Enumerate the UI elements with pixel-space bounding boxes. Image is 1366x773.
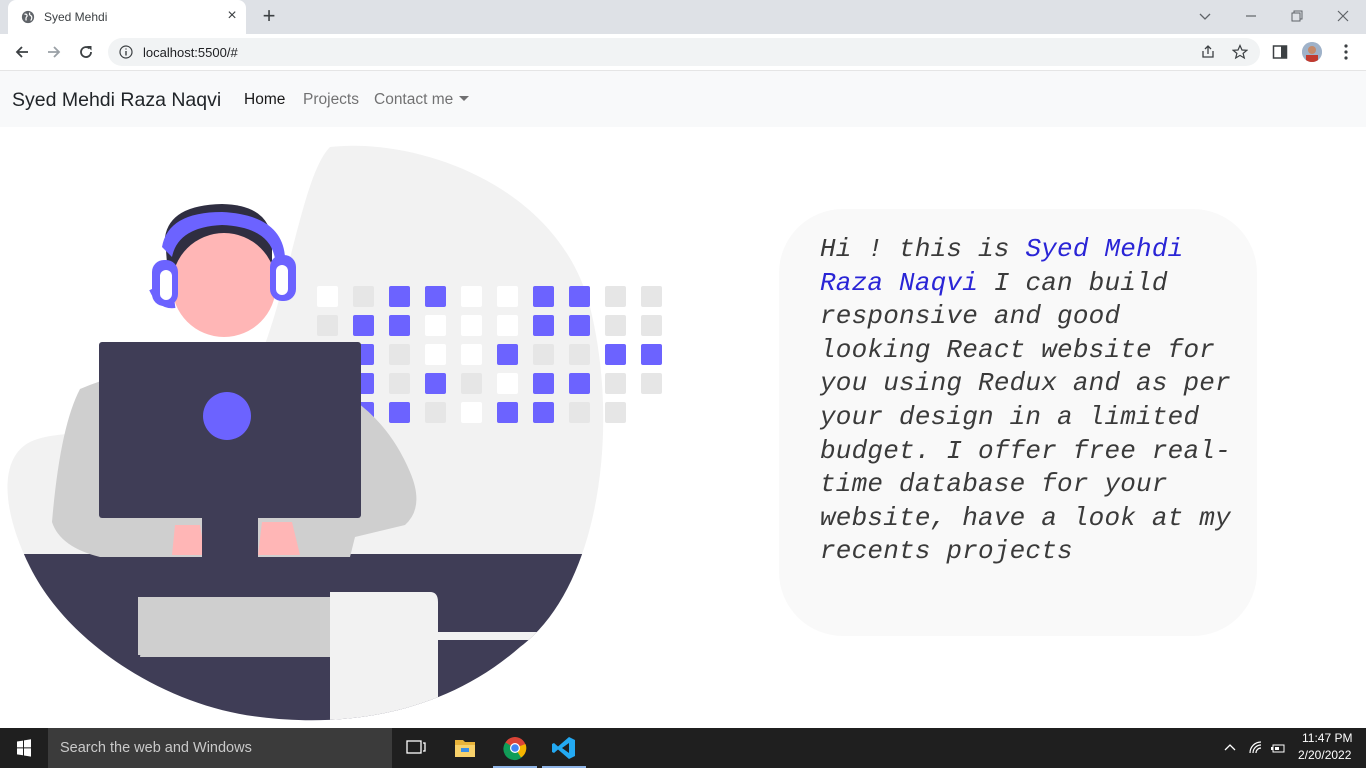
pattern-dot: [497, 286, 518, 307]
windows-taskbar: Search the web and Windows 11:47 PM 2/20…: [0, 728, 1366, 768]
menu-icon[interactable]: [1338, 42, 1354, 62]
close-icon[interactable]: ×: [224, 8, 240, 24]
pattern-dot: [497, 402, 518, 423]
avatar[interactable]: [1302, 42, 1322, 62]
pattern-dot: [569, 402, 590, 423]
chrome-icon: [503, 737, 527, 761]
pattern-dot: [533, 402, 554, 423]
pattern-dot: [317, 286, 338, 307]
pattern-dot: [461, 373, 482, 394]
pattern-dot: [641, 344, 662, 365]
pattern-dot: [461, 344, 482, 365]
pattern-dot: [353, 315, 374, 336]
chrome-button[interactable]: [491, 728, 539, 768]
pattern-dot: [425, 402, 446, 423]
pattern-dot: [425, 373, 446, 394]
caret-down-icon: [459, 96, 470, 101]
pattern-dot: [497, 344, 518, 365]
pattern-dot: [461, 402, 482, 423]
intro-text: Hi ! this is Syed Mehdi Raza Naqvi I can…: [820, 233, 1245, 569]
star-icon[interactable]: [1232, 44, 1248, 60]
pattern-dot: [389, 315, 410, 336]
pattern-dot: [353, 286, 374, 307]
pattern-dot: [425, 315, 446, 336]
search-placeholder: Search the web and Windows: [60, 740, 252, 756]
pattern-dot: [389, 286, 410, 307]
pattern-dot: [389, 402, 410, 423]
intro-prefix: Hi ! this is: [820, 234, 1026, 264]
battery-icon[interactable]: [1270, 740, 1286, 756]
pattern-dot: [497, 373, 518, 394]
pattern-dot: [533, 344, 554, 365]
taskbar-search[interactable]: Search the web and Windows: [48, 728, 392, 768]
pattern-dot: [569, 344, 590, 365]
pattern-dot: [569, 315, 590, 336]
nav-link-home[interactable]: Home: [244, 91, 285, 109]
url-text: localhost:5500/#: [143, 45, 238, 60]
task-view-icon: [406, 740, 426, 754]
pattern-dot: [569, 286, 590, 307]
pattern-dot: [425, 344, 446, 365]
pattern-dot: [461, 286, 482, 307]
nav-link-contact-label: Contact me: [374, 91, 454, 108]
navbar-brand[interactable]: Syed Mehdi Raza Naqvi: [12, 89, 221, 112]
nav-link-projects[interactable]: Projects: [303, 91, 359, 109]
side-panel-icon[interactable]: [1272, 44, 1288, 60]
chevron-up-icon[interactable]: [1222, 740, 1238, 756]
start-button[interactable]: [0, 728, 48, 768]
pattern-dot: [641, 315, 662, 336]
pattern-dot: [569, 373, 590, 394]
browser-tab[interactable]: Syed Mehdi ×: [8, 0, 246, 34]
pattern-dot: [317, 315, 338, 336]
pattern-dot: [605, 402, 626, 423]
task-view-button[interactable]: [392, 728, 440, 768]
pattern-dot: [605, 315, 626, 336]
intro-body: I can build responsive and good looking …: [820, 267, 1231, 567]
restore-icon[interactable]: [1287, 6, 1307, 26]
globe-icon: [21, 10, 35, 24]
pattern-dot: [389, 373, 410, 394]
pattern-dot: [641, 373, 662, 394]
minimize-icon[interactable]: [1241, 6, 1261, 26]
windows-icon: [17, 739, 31, 757]
pattern-dot: [605, 286, 626, 307]
site-navbar: Syed Mehdi Raza Naqvi Home Projects Cont…: [0, 71, 1366, 127]
vscode-icon: [552, 737, 575, 759]
hero-illustration: [7, 145, 662, 721]
pattern-dot: [605, 373, 626, 394]
chevron-down-icon[interactable]: [1195, 6, 1215, 26]
plus-icon[interactable]: +: [258, 5, 280, 28]
address-bar[interactable]: localhost:5500/#: [108, 38, 1260, 66]
pattern-dot: [461, 315, 482, 336]
file-explorer-button[interactable]: [441, 728, 489, 768]
pattern-dot: [497, 315, 518, 336]
pattern-dot: [605, 344, 626, 365]
pattern-dot: [533, 315, 554, 336]
clock-date[interactable]: 2/20/2022: [1298, 748, 1351, 762]
tab-title: Syed Mehdi: [44, 10, 108, 24]
desk-scene: [7, 554, 604, 721]
pattern-dot: [533, 373, 554, 394]
close-window-icon[interactable]: [1333, 6, 1353, 26]
pattern-dot: [641, 286, 662, 307]
info-icon[interactable]: [119, 45, 133, 59]
pattern-dot: [389, 344, 410, 365]
browser-tab-strip: Syed Mehdi × +: [0, 0, 1366, 34]
browser-toolbar: localhost:5500/#: [0, 34, 1366, 71]
pattern-dot: [533, 286, 554, 307]
pattern-dot: [425, 286, 446, 307]
reload-icon[interactable]: [76, 42, 96, 62]
share-icon[interactable]: [1200, 44, 1216, 60]
forward-icon[interactable]: [44, 42, 64, 62]
file-explorer-icon: [455, 740, 475, 757]
wifi-icon[interactable]: [1248, 740, 1264, 756]
clock-time[interactable]: 11:47 PM: [1302, 731, 1352, 745]
nav-dropdown-contact[interactable]: Contact me: [374, 91, 470, 109]
back-icon[interactable]: [12, 42, 32, 62]
vscode-button[interactable]: [540, 728, 588, 768]
